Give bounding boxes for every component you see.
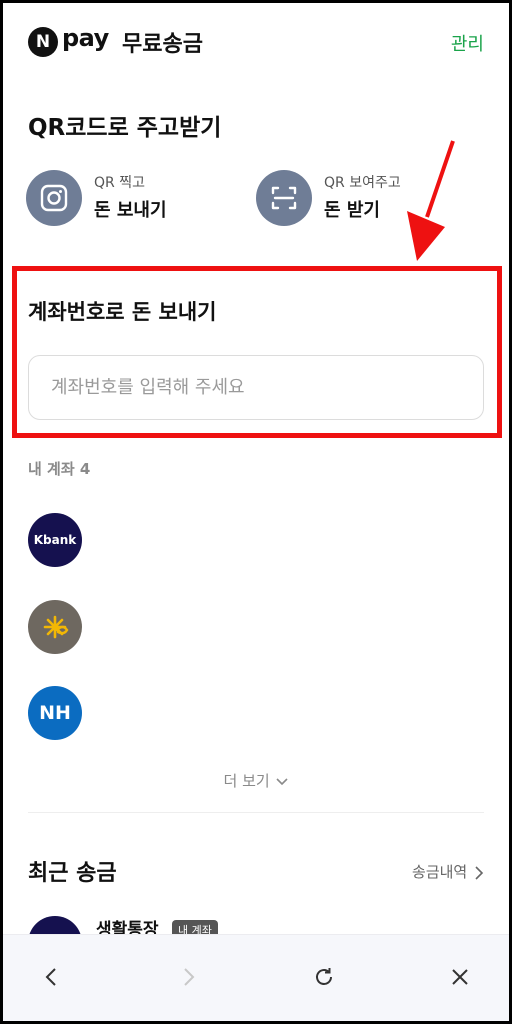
qr-show-caption: QR 보여주고 bbox=[324, 175, 401, 191]
page-title: 무료송금 bbox=[122, 32, 203, 57]
qr-scan-frame-icon bbox=[271, 186, 297, 210]
history-label: 송금내역 bbox=[412, 863, 468, 881]
close-icon bbox=[452, 969, 468, 985]
forward-icon bbox=[184, 968, 195, 986]
qr-show-circle bbox=[256, 170, 312, 226]
bank-kb-logo[interactable] bbox=[28, 600, 82, 654]
refresh-button[interactable] bbox=[302, 955, 346, 999]
recent-title: 최근 송금 bbox=[28, 861, 117, 886]
account-number-input[interactable] bbox=[29, 356, 483, 419]
bottom-nav-bar bbox=[0, 934, 512, 1024]
bank-nh-logo[interactable]: NH bbox=[28, 686, 82, 740]
qr-section-title: QR코드로 주고받기 bbox=[28, 115, 222, 141]
qr-scan-caption: QR 찍고 bbox=[94, 175, 145, 191]
header: N pay 무료송금 관리 bbox=[0, 0, 512, 86]
account-send-title: 계좌번호로 돈 보내기 bbox=[28, 300, 217, 324]
qr-scan-label: 돈 보내기 bbox=[94, 200, 167, 221]
kb-star-icon bbox=[43, 615, 69, 639]
qr-show-label: 돈 받기 bbox=[324, 200, 380, 221]
qr-scan-send-button[interactable]: QR 찍고 돈 보내기 bbox=[26, 170, 226, 226]
account-number-field[interactable] bbox=[28, 355, 484, 420]
more-label: 더 보기 bbox=[223, 772, 270, 790]
qr-scan-circle bbox=[26, 170, 82, 226]
close-button[interactable] bbox=[438, 955, 482, 999]
chevron-down-icon bbox=[276, 777, 289, 785]
forward-button[interactable] bbox=[166, 955, 210, 999]
divider bbox=[28, 812, 484, 813]
my-accounts-label: 내 계좌 4 bbox=[28, 460, 91, 478]
refresh-icon bbox=[316, 968, 332, 985]
annotation-arrow-icon bbox=[407, 140, 455, 261]
naver-logo: N bbox=[28, 27, 58, 57]
pay-brand: pay bbox=[62, 24, 109, 52]
bank-kbank-logo[interactable]: Kbank bbox=[28, 513, 82, 567]
chevron-right-icon bbox=[475, 865, 484, 880]
camera-icon bbox=[40, 184, 68, 212]
more-button[interactable]: 더 보기 bbox=[0, 770, 512, 791]
back-button[interactable] bbox=[30, 955, 74, 999]
back-icon bbox=[45, 968, 56, 986]
manage-link[interactable]: 관리 bbox=[451, 30, 484, 56]
history-link[interactable]: 송금내역 bbox=[412, 861, 484, 882]
